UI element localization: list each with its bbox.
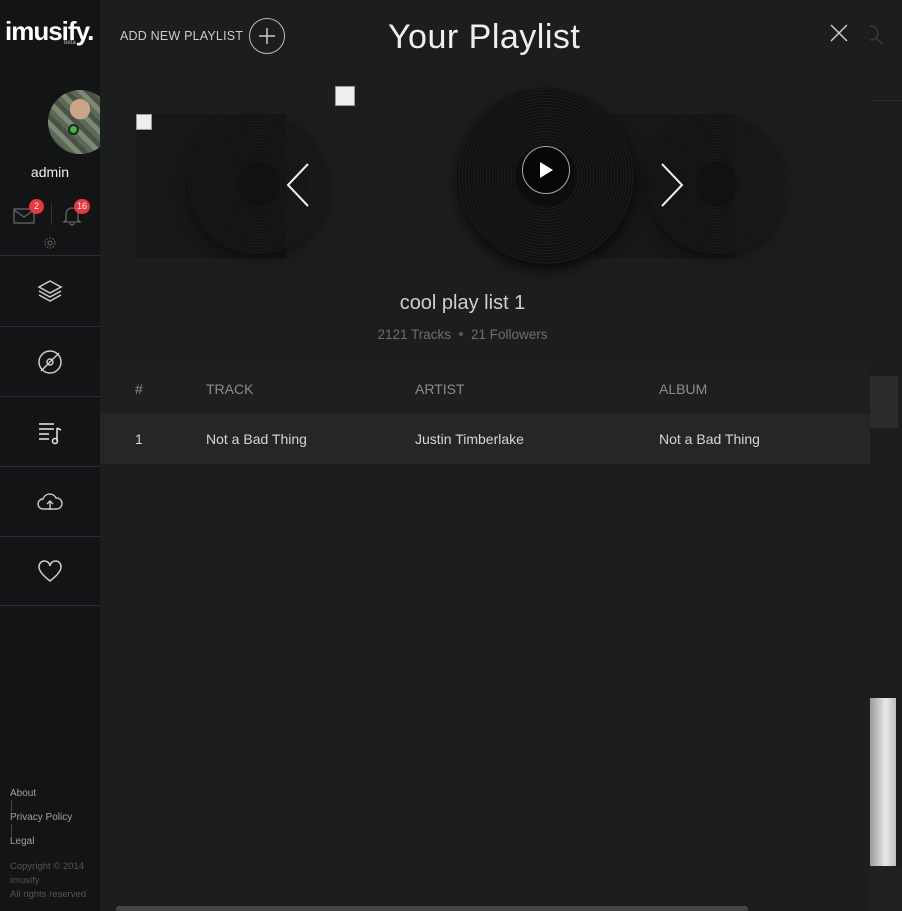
- close-button[interactable]: [828, 22, 850, 44]
- logo[interactable]: imusify.: [5, 16, 94, 47]
- plus-circle-icon: [249, 18, 286, 54]
- track-table: # TRACK ARTIST ALBUM 1 Not a Bad Thing J…: [100, 364, 870, 464]
- background-photo: [870, 698, 896, 866]
- track-title[interactable]: Not a Bad Thing: [206, 431, 307, 447]
- nav-item-stack[interactable]: [0, 255, 100, 325]
- chevron-left-icon: [286, 163, 309, 207]
- broken-image-icon: [335, 86, 355, 106]
- previous-arrow-button[interactable]: [284, 162, 312, 208]
- broken-image-icon: [136, 114, 152, 130]
- play-icon: [540, 162, 553, 178]
- column-header-album[interactable]: ALBUM: [659, 381, 707, 397]
- app-root: imusify. beta admin 2 16 About Privacy P…: [0, 0, 902, 911]
- disc-icon: [38, 349, 62, 374]
- background-panel: [868, 376, 898, 428]
- table-row[interactable]: 1 Not a Bad Thing Justin Timberlake Not …: [100, 414, 870, 464]
- background-footer: [870, 866, 902, 911]
- add-new-playlist-button[interactable]: ADD NEW PLAYLIST: [120, 18, 286, 54]
- column-header-artist[interactable]: ARTIST: [415, 381, 465, 397]
- privacy-policy-link[interactable]: Privacy Policy: [10, 812, 72, 824]
- background-divider: [870, 100, 902, 101]
- playlist-modal: ADD NEW PLAYLIST Your Playlist cool play…: [100, 0, 870, 911]
- username[interactable]: admin: [0, 164, 100, 180]
- stack-icon: [37, 279, 63, 302]
- sidebar: imusify. beta admin 2 16 About Privacy P…: [0, 0, 112, 911]
- column-header-number[interactable]: #: [135, 381, 143, 397]
- modal-title: Your Playlist: [388, 18, 581, 56]
- horizontal-scrollbar[interactable]: [116, 906, 748, 911]
- copyright-line: All rights reserved: [10, 889, 87, 900]
- link-separator: [11, 824, 12, 836]
- messages-badge: 2: [29, 199, 44, 214]
- nav-item-upload[interactable]: [0, 466, 100, 536]
- nav-item-disc[interactable]: [0, 326, 100, 396]
- playlist-carousel: [100, 80, 870, 280]
- about-link[interactable]: About: [10, 788, 72, 800]
- copyright-line: Copyright © 2014: [10, 861, 85, 872]
- meta-separator-dot: [459, 332, 463, 336]
- track-number: 1: [135, 431, 143, 447]
- legal-link[interactable]: Legal: [10, 836, 72, 848]
- nav-item-favorites[interactable]: [0, 536, 100, 606]
- playlist-name: cool play list 1: [399, 292, 526, 314]
- cloud-upload-icon: [37, 492, 63, 510]
- next-arrow-button[interactable]: [658, 162, 686, 208]
- add-new-playlist-label: ADD NEW PLAYLIST: [120, 29, 244, 43]
- link-separator: [11, 800, 12, 812]
- track-album[interactable]: Not a Bad Thing: [659, 431, 760, 447]
- close-icon: [830, 24, 848, 42]
- play-button[interactable]: [522, 146, 570, 194]
- heart-icon: [38, 559, 62, 582]
- chevron-right-icon: [661, 163, 684, 207]
- nav-item-playlist[interactable]: [0, 396, 100, 466]
- column-header-track[interactable]: TRACK: [206, 381, 253, 397]
- table-header: # TRACK ARTIST ALBUM: [100, 364, 870, 414]
- track-artist[interactable]: Justin Timberlake: [415, 431, 524, 447]
- sidebar-divider: [51, 203, 52, 225]
- footer-links: About Privacy Policy Legal: [10, 788, 72, 848]
- playlist-icon: [39, 422, 62, 444]
- gear-icon: [44, 237, 56, 249]
- online-status-dot: [68, 124, 79, 135]
- logo-beta-tag: beta: [64, 40, 76, 46]
- follower-count: 21 Followers: [471, 327, 548, 342]
- copyright: Copyright © 2014 imusify All rights rese…: [10, 860, 86, 902]
- playlist-meta: 2121 Tracks 21 Followers: [100, 327, 825, 342]
- settings-button[interactable]: [42, 235, 58, 251]
- copyright-line: imusify: [10, 875, 40, 886]
- notifications-badge: 16: [74, 199, 91, 214]
- track-count: 2121 Tracks: [377, 327, 451, 342]
- sidebar-divider-bottom: [0, 605, 100, 606]
